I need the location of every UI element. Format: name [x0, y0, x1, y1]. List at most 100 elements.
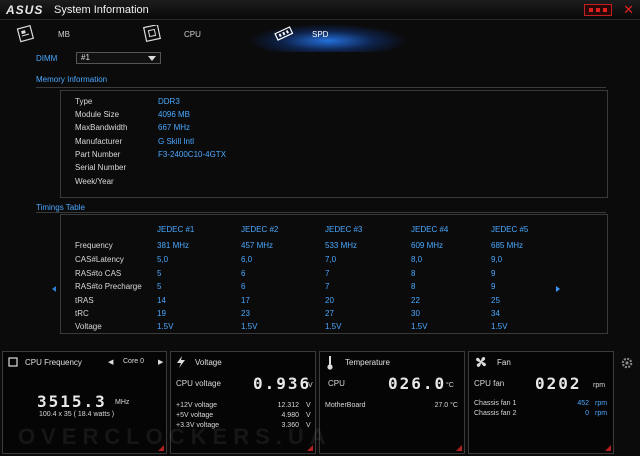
window-dot-icon	[596, 8, 600, 12]
close-icon[interactable]: ✕	[623, 2, 634, 18]
table-cell: 1.5V	[157, 322, 174, 331]
temperature-panel: Temperature CPU 026.0 °C MotherBoard 27.…	[319, 351, 465, 454]
mem-key: Serial Number	[75, 163, 127, 172]
table-row-label: Frequency	[75, 241, 113, 250]
table-cell: 5	[157, 269, 162, 278]
mem-key: Type	[75, 97, 93, 106]
mem-key: Module Size	[75, 110, 120, 119]
table-cell: 8	[411, 282, 416, 291]
table-cell: 9	[491, 282, 496, 291]
mem-value: 4096 MB	[158, 110, 191, 119]
expand-corner-icon[interactable]	[456, 445, 462, 451]
table-cell: 457 MHz	[241, 241, 274, 250]
minimize-button[interactable]	[584, 4, 612, 16]
table-cell: 23	[241, 309, 250, 318]
mem-key: Week/Year	[75, 177, 114, 186]
table-cell: 609 MHz	[411, 241, 444, 250]
table-header: JEDEC #2	[241, 225, 279, 234]
asus-logo: ASUS	[6, 3, 44, 17]
gear-icon[interactable]	[620, 356, 634, 370]
panel-title: Voltage	[195, 358, 222, 367]
voltage-label: +12V voltage	[176, 402, 218, 409]
tab-spd[interactable]: SPD	[248, 24, 408, 52]
cpu-frequency-value: 3515.3	[37, 392, 107, 411]
scroll-right-icon[interactable]	[556, 286, 560, 292]
mem-key: Manufacturer	[75, 137, 123, 146]
table-cell: 8,0	[411, 255, 423, 264]
title-bar: ASUS System Information ✕	[0, 0, 640, 20]
cpu-temp-unit: °C	[446, 382, 454, 389]
fan-value: 0	[585, 410, 589, 417]
table-header: JEDEC #3	[325, 225, 363, 234]
mem-key: Part Number	[75, 150, 121, 159]
fan-unit: rpm	[595, 410, 608, 417]
table-header: JEDEC #4	[411, 225, 449, 234]
core-label: Core 0	[123, 358, 145, 365]
fan-label: Chassis fan 1	[474, 400, 517, 407]
cpu-chip-icon	[142, 25, 162, 43]
voltage-value: 4.980	[281, 412, 299, 419]
cpu-temp-label: CPU	[328, 379, 345, 388]
table-cell: 22	[411, 296, 420, 305]
tab-mb-label: MB	[58, 29, 70, 39]
chevron-left-icon[interactable]: ◀	[108, 358, 113, 366]
table-cell: 25	[491, 296, 500, 305]
dimm-label: DIMM	[36, 54, 58, 63]
timings-table-title: Timings Table	[36, 203, 85, 212]
voltage-unit: V	[306, 402, 311, 409]
voltage-value: 12.312	[277, 402, 299, 409]
table-cell: 685 MHz	[491, 241, 524, 250]
table-header: JEDEC #5	[491, 225, 529, 234]
table-cell: 7	[325, 282, 330, 291]
chevron-right-icon[interactable]: ▶	[158, 358, 163, 366]
tab-mb[interactable]: MB	[16, 24, 70, 44]
mem-value: G Skill Intl	[158, 137, 195, 146]
mem-value: 667 MHz	[158, 123, 191, 132]
expand-corner-icon[interactable]	[605, 445, 611, 451]
table-cell: 1.5V	[241, 322, 258, 331]
panel-title: Fan	[497, 358, 511, 367]
panel-title: Temperature	[345, 358, 390, 367]
watermark: OVERCLOCKERS.UA	[18, 424, 332, 449]
table-cell: 27	[325, 309, 334, 318]
table-row-label: CAS#Latency	[75, 255, 124, 264]
table-cell: 9,0	[491, 255, 503, 264]
spd-content: DIMM #1 Memory Information Type DDR3 Mod…	[0, 47, 640, 347]
memory-info-box	[60, 90, 608, 198]
temp-value: 27.0 °C	[434, 402, 458, 409]
table-cell: 17	[241, 296, 250, 305]
table-row-label: Voltage	[75, 322, 102, 331]
table-header: JEDEC #1	[157, 225, 195, 234]
table-cell: 5	[157, 282, 162, 291]
core-selector[interactable]: ◀ Core 0 ▶	[108, 357, 164, 368]
table-cell: 5,0	[157, 255, 169, 264]
tab-spd-label: SPD	[312, 29, 329, 39]
cpu-square-icon	[8, 357, 18, 367]
temp-label: MotherBoard	[325, 402, 366, 409]
section-divider	[36, 87, 606, 88]
table-cell: 30	[411, 309, 420, 318]
table-cell: 19	[157, 309, 166, 318]
window-dot-icon	[589, 8, 593, 12]
tab-bar: MB CPU SPD	[0, 21, 640, 52]
cpu-fan-unit: rpm	[593, 382, 606, 389]
table-cell: 9	[491, 269, 496, 278]
cpu-fan-value: 0202	[535, 374, 582, 393]
table-cell: 7,0	[325, 255, 337, 264]
motherboard-icon	[16, 25, 35, 43]
lightning-icon	[177, 356, 185, 368]
table-cell: 34	[491, 309, 500, 318]
voltage-unit: V	[306, 412, 311, 419]
table-cell: 20	[325, 296, 334, 305]
cpu-frequency-unit: MHz	[115, 399, 130, 406]
table-row-label: tRAS	[75, 296, 94, 305]
voltage-label: +5V voltage	[176, 412, 214, 419]
cpu-frequency-detail: 100.4 x 35 ( 18.4 watts )	[39, 411, 115, 418]
dimm-select[interactable]: #1	[76, 52, 161, 64]
scroll-left-icon[interactable]	[52, 286, 56, 292]
table-cell: 1.5V	[325, 322, 342, 331]
window-dot-icon	[603, 8, 607, 12]
tab-cpu[interactable]: CPU	[142, 24, 201, 44]
memory-info-title: Memory Information	[36, 75, 108, 84]
table-row-label: tRC	[75, 309, 89, 318]
